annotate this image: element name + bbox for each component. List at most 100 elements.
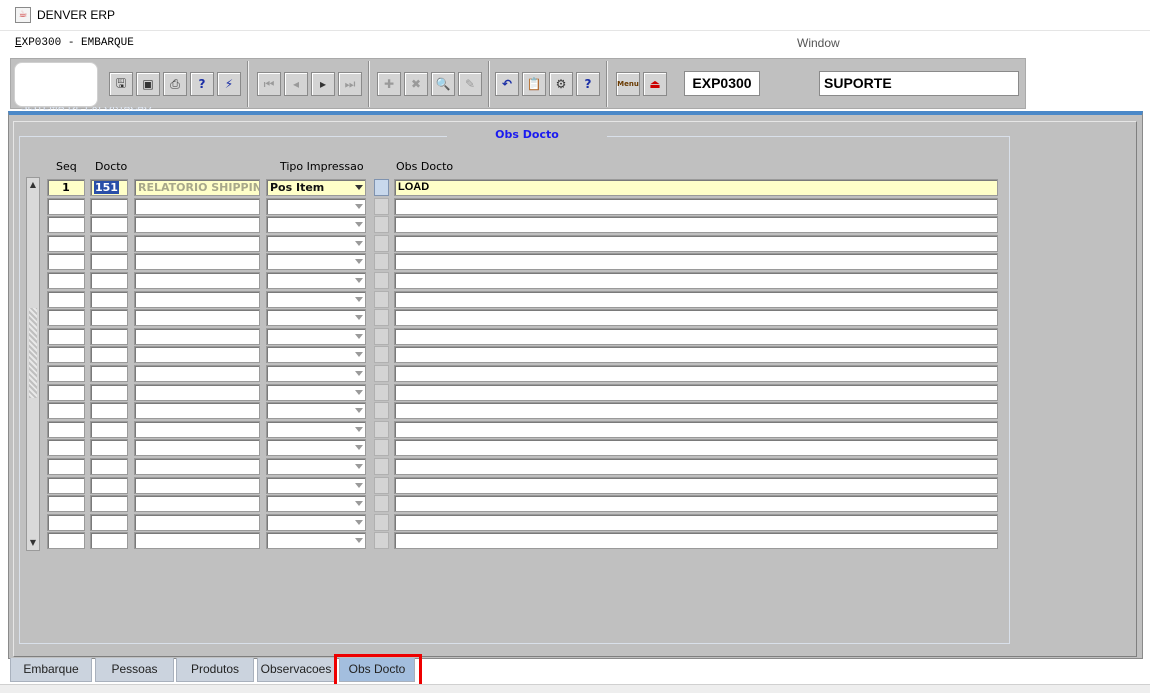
insert-record-button[interactable]: ✚: [377, 72, 401, 96]
dropdown-arrow-icon[interactable]: [355, 520, 363, 525]
query-help-button[interactable]: ?: [190, 72, 214, 96]
tab-pessoas[interactable]: Pessoas: [95, 658, 174, 682]
row-checkbox[interactable]: [374, 384, 389, 401]
tipo-impressao-select[interactable]: [266, 328, 366, 345]
dropdown-arrow-icon[interactable]: [355, 445, 363, 450]
description-field[interactable]: [134, 328, 260, 345]
dropdown-arrow-icon[interactable]: [355, 297, 363, 302]
obs-docto-field[interactable]: [394, 384, 998, 401]
docto-field[interactable]: [90, 477, 128, 494]
delete-record-button[interactable]: ✖: [404, 72, 428, 96]
obs-docto-field[interactable]: [394, 495, 998, 512]
help-button[interactable]: ?: [576, 72, 600, 96]
seq-field[interactable]: [47, 477, 85, 494]
description-field[interactable]: [134, 365, 260, 382]
seq-field[interactable]: [47, 328, 85, 345]
tab-observacoes[interactable]: Observacoes: [257, 658, 335, 682]
dropdown-arrow-icon[interactable]: [355, 222, 363, 227]
tipo-impressao-select[interactable]: [266, 365, 366, 382]
first-record-button[interactable]: ⏮: [257, 72, 281, 96]
description-field[interactable]: [134, 514, 260, 531]
dropdown-arrow-icon[interactable]: [355, 185, 363, 190]
tipo-impressao-select[interactable]: [266, 309, 366, 326]
last-record-button[interactable]: ⏭: [338, 72, 362, 96]
seq-field[interactable]: [47, 384, 85, 401]
obs-docto-field[interactable]: [394, 514, 998, 531]
docto-field[interactable]: [90, 421, 128, 438]
docto-field[interactable]: [90, 384, 128, 401]
tipo-impressao-select[interactable]: [266, 402, 366, 419]
seq-field[interactable]: [47, 495, 85, 512]
row-checkbox[interactable]: [374, 291, 389, 308]
docto-field[interactable]: [90, 439, 128, 456]
tipo-impressao-select[interactable]: [266, 216, 366, 233]
obs-docto-field[interactable]: [394, 458, 998, 475]
scroll-thumb[interactable]: [29, 308, 37, 398]
records-scrollbar[interactable]: ▲ ▼: [26, 177, 40, 551]
seq-field[interactable]: 1: [47, 179, 85, 196]
print-button[interactable]: ⎙: [163, 72, 187, 96]
dropdown-arrow-icon[interactable]: [355, 334, 363, 339]
docto-field[interactable]: [90, 532, 128, 549]
docto-field[interactable]: [90, 253, 128, 270]
description-field[interactable]: [134, 458, 260, 475]
execute-query-button[interactable]: ⚡: [217, 72, 241, 96]
obs-docto-field[interactable]: [394, 477, 998, 494]
previous-record-button[interactable]: ◂: [284, 72, 308, 96]
description-field[interactable]: [134, 216, 260, 233]
tipo-impressao-select[interactable]: [266, 291, 366, 308]
docto-field[interactable]: [90, 514, 128, 531]
obs-docto-field[interactable]: [394, 198, 998, 215]
seq-field[interactable]: [47, 291, 85, 308]
tipo-impressao-select[interactable]: [266, 384, 366, 401]
obs-docto-field[interactable]: [394, 421, 998, 438]
docto-field[interactable]: [90, 216, 128, 233]
seq-field[interactable]: [47, 198, 85, 215]
seq-field[interactable]: [47, 439, 85, 456]
tipo-impressao-select[interactable]: [266, 346, 366, 363]
row-checkbox[interactable]: [374, 439, 389, 456]
tools-button[interactable]: ⚙: [549, 72, 573, 96]
seq-field[interactable]: [47, 346, 85, 363]
tipo-impressao-select[interactable]: [266, 421, 366, 438]
dropdown-arrow-icon[interactable]: [355, 427, 363, 432]
obs-docto-field[interactable]: [394, 365, 998, 382]
row-checkbox[interactable]: [374, 216, 389, 233]
dropdown-arrow-icon[interactable]: [355, 204, 363, 209]
tipo-impressao-select[interactable]: [266, 458, 366, 475]
seq-field[interactable]: [47, 402, 85, 419]
row-checkbox[interactable]: [374, 532, 389, 549]
description-field[interactable]: [134, 495, 260, 512]
dropdown-arrow-icon[interactable]: [355, 259, 363, 264]
obs-docto-field[interactable]: [394, 216, 998, 233]
seq-field[interactable]: [47, 514, 85, 531]
tipo-impressao-select[interactable]: [266, 272, 366, 289]
dropdown-arrow-icon[interactable]: [355, 501, 363, 506]
row-checkbox[interactable]: [374, 365, 389, 382]
tipo-impressao-select[interactable]: [266, 532, 366, 549]
row-checkbox[interactable]: [374, 495, 389, 512]
description-field[interactable]: [134, 384, 260, 401]
tipo-impressao-select[interactable]: [266, 198, 366, 215]
docto-field[interactable]: [90, 328, 128, 345]
dropdown-arrow-icon[interactable]: [355, 241, 363, 246]
window-button[interactable]: ▣: [136, 72, 160, 96]
obs-docto-field[interactable]: [394, 235, 998, 252]
docto-field[interactable]: [90, 235, 128, 252]
dropdown-arrow-icon[interactable]: [355, 390, 363, 395]
description-field[interactable]: [134, 421, 260, 438]
seq-field[interactable]: [47, 216, 85, 233]
seq-field[interactable]: [47, 458, 85, 475]
description-field[interactable]: [134, 439, 260, 456]
docto-field[interactable]: [90, 365, 128, 382]
description-field[interactable]: RELATORIO SHIPPING S: [134, 179, 260, 196]
docto-field[interactable]: [90, 309, 128, 326]
obs-docto-field[interactable]: LOAD: [394, 179, 998, 196]
row-checkbox[interactable]: [374, 402, 389, 419]
seq-field[interactable]: [47, 272, 85, 289]
description-field[interactable]: [134, 532, 260, 549]
description-field[interactable]: [134, 272, 260, 289]
seq-field[interactable]: [47, 365, 85, 382]
row-checkbox[interactable]: [374, 198, 389, 215]
obs-docto-field[interactable]: [394, 402, 998, 419]
